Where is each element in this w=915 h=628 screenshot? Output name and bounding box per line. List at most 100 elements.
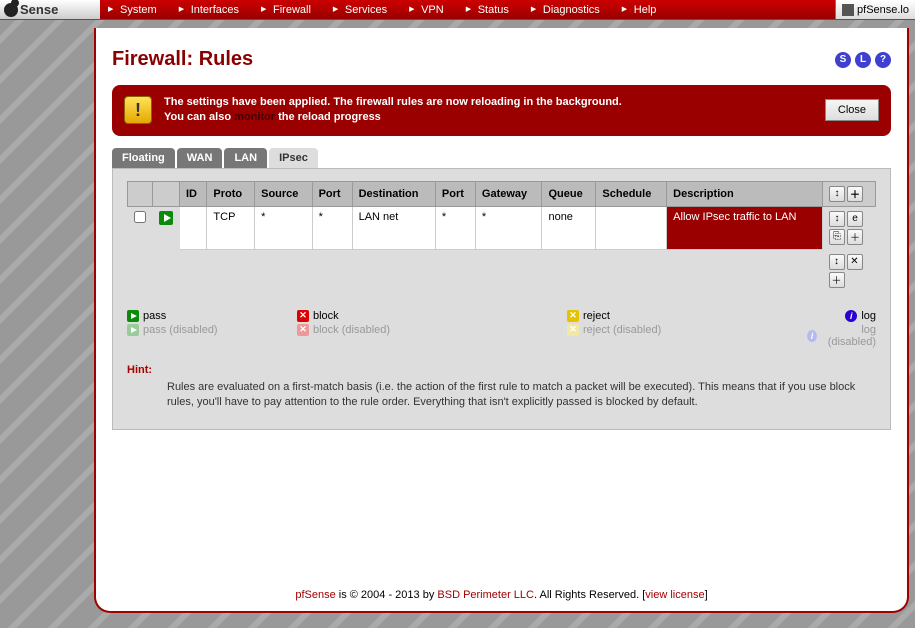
- interface-tabs: Floating WAN LAN IPsec: [112, 148, 891, 168]
- col-source: Source: [255, 181, 312, 206]
- host-tab[interactable]: pfSense.lo: [835, 0, 915, 19]
- close-button[interactable]: Close: [825, 99, 879, 121]
- legend-pass-disabled-icon: [127, 324, 139, 336]
- host-label: pfSense.lo: [857, 4, 909, 16]
- alert-body: The settings have been applied. The fire…: [164, 95, 813, 126]
- page-title: Firewall: Rules: [112, 48, 253, 71]
- nav-diagnostics[interactable]: Diagnostics: [523, 4, 614, 16]
- footer: pfSense is © 2004 - 2013 by BSD Perimete…: [96, 589, 907, 601]
- nav-firewall[interactable]: Firewall: [253, 4, 325, 16]
- legend-pass-icon: [127, 310, 139, 322]
- main-nav: System Interfaces Firewall Services VPN …: [100, 0, 835, 19]
- legend-log-icon: [845, 310, 857, 322]
- cell-source: *: [255, 206, 312, 249]
- col-sport: Port: [312, 181, 352, 206]
- pass-icon: [159, 211, 173, 225]
- page-shell: Firewall: Rules S L ? ! The settings hav…: [94, 28, 909, 613]
- table-footer-row: ↕ ✕ ＋: [128, 249, 876, 292]
- row-checkbox[interactable]: [134, 211, 146, 223]
- legend-block: block: [313, 310, 339, 322]
- legend: pass pass (disabled) block block (disabl…: [127, 310, 876, 348]
- legend-log-disabled: log (disabled): [821, 324, 876, 348]
- top-bar: Sense System Interfaces Firewall Service…: [0, 0, 915, 20]
- footer-f: ]: [705, 589, 708, 601]
- legend-pass-disabled: pass (disabled): [143, 324, 218, 336]
- tab-lan[interactable]: LAN: [224, 148, 267, 168]
- col-queue: Queue: [542, 181, 596, 206]
- footer-d: . All Rights Reserved. [: [534, 589, 645, 601]
- warning-icon: !: [124, 96, 152, 124]
- col-gateway: Gateway: [475, 181, 542, 206]
- row-select-cell: [128, 206, 153, 249]
- tab-ipsec[interactable]: IPsec: [269, 148, 318, 168]
- monitor-link[interactable]: monitor: [234, 111, 275, 123]
- rules-table: ID Proto Source Port Destination Port Ga…: [127, 181, 876, 292]
- legend-block-icon: [297, 310, 309, 322]
- cell-sport: *: [312, 206, 352, 249]
- table-header-row: ID Proto Source Port Destination Port Ga…: [128, 181, 876, 206]
- row-edit-button[interactable]: e: [847, 211, 863, 227]
- legend-block-disabled-icon: [297, 324, 309, 336]
- cell-id: [180, 206, 207, 249]
- footer-spacer: [128, 249, 823, 292]
- col-id: ID: [180, 181, 207, 206]
- alert-line2a: You can also: [164, 111, 234, 123]
- help-l-icon[interactable]: L: [855, 52, 871, 68]
- col-table-actions: ↕ ＋: [823, 181, 876, 206]
- nav-help[interactable]: Help: [614, 4, 671, 16]
- move-button[interactable]: ↕: [829, 186, 845, 202]
- col-schedule: Schedule: [596, 181, 667, 206]
- col-dport: Port: [435, 181, 475, 206]
- rules-panel: ID Proto Source Port Destination Port Ga…: [112, 168, 891, 430]
- cell-schedule: [596, 206, 667, 249]
- logo[interactable]: Sense: [0, 0, 100, 19]
- table-row: TCP * * LAN net * * none Allow IPsec tra…: [128, 206, 876, 249]
- cell-dport: *: [435, 206, 475, 249]
- page-header: Firewall: Rules S L ?: [112, 48, 891, 71]
- footer-b: is © 2004 - 2013 by: [336, 589, 438, 601]
- legend-reject: reject: [583, 310, 610, 322]
- tab-floating[interactable]: Floating: [112, 148, 175, 168]
- help-s-icon[interactable]: S: [835, 52, 851, 68]
- cell-gateway: *: [475, 206, 542, 249]
- nav-status[interactable]: Status: [458, 4, 523, 16]
- cell-queue: none: [542, 206, 596, 249]
- legend-reject-icon: [567, 310, 579, 322]
- row-add-button[interactable]: ＋: [847, 229, 863, 245]
- footer-delete-button[interactable]: ✕: [847, 254, 863, 270]
- row-copy-button[interactable]: ⎘: [829, 229, 845, 245]
- logo-icon: [4, 3, 18, 17]
- footer-product: pfSense: [295, 589, 335, 601]
- host-icon: [842, 4, 854, 16]
- col-proto: Proto: [207, 181, 255, 206]
- footer-add-button[interactable]: ＋: [829, 272, 845, 288]
- nav-services[interactable]: Services: [325, 4, 401, 16]
- col-desc: Description: [667, 181, 823, 206]
- hint-body: Rules are evaluated on a first-match bas…: [167, 380, 876, 411]
- row-move-button[interactable]: ↕: [829, 211, 845, 227]
- nav-vpn[interactable]: VPN: [401, 4, 458, 16]
- legend-log: log: [861, 310, 876, 322]
- apply-alert: ! The settings have been applied. The fi…: [112, 85, 891, 136]
- legend-log-disabled-icon: [807, 330, 817, 342]
- col-action: [153, 181, 180, 206]
- nav-system[interactable]: System: [100, 4, 171, 16]
- row-action-cell: [153, 206, 180, 249]
- col-select: [128, 181, 153, 206]
- col-dest: Destination: [352, 181, 435, 206]
- alert-line2b: the reload progress: [275, 111, 381, 123]
- row-actions-cell: ↕ e ⎘ ＋: [823, 206, 876, 249]
- nav-interfaces[interactable]: Interfaces: [171, 4, 253, 16]
- legend-reject-disabled: reject (disabled): [583, 324, 661, 336]
- logo-text: Sense: [20, 2, 58, 17]
- legend-block-disabled: block (disabled): [313, 324, 390, 336]
- footer-move-button[interactable]: ↕: [829, 254, 845, 270]
- help-q-icon[interactable]: ?: [875, 52, 891, 68]
- view-license-link[interactable]: view license: [645, 589, 704, 601]
- footer-company-link[interactable]: BSD Perimeter LLC: [437, 589, 534, 601]
- cell-dest: LAN net: [352, 206, 435, 249]
- cell-desc: Allow IPsec traffic to LAN: [667, 206, 823, 249]
- add-button[interactable]: ＋: [847, 186, 863, 202]
- legend-pass: pass: [143, 310, 166, 322]
- tab-wan[interactable]: WAN: [177, 148, 223, 168]
